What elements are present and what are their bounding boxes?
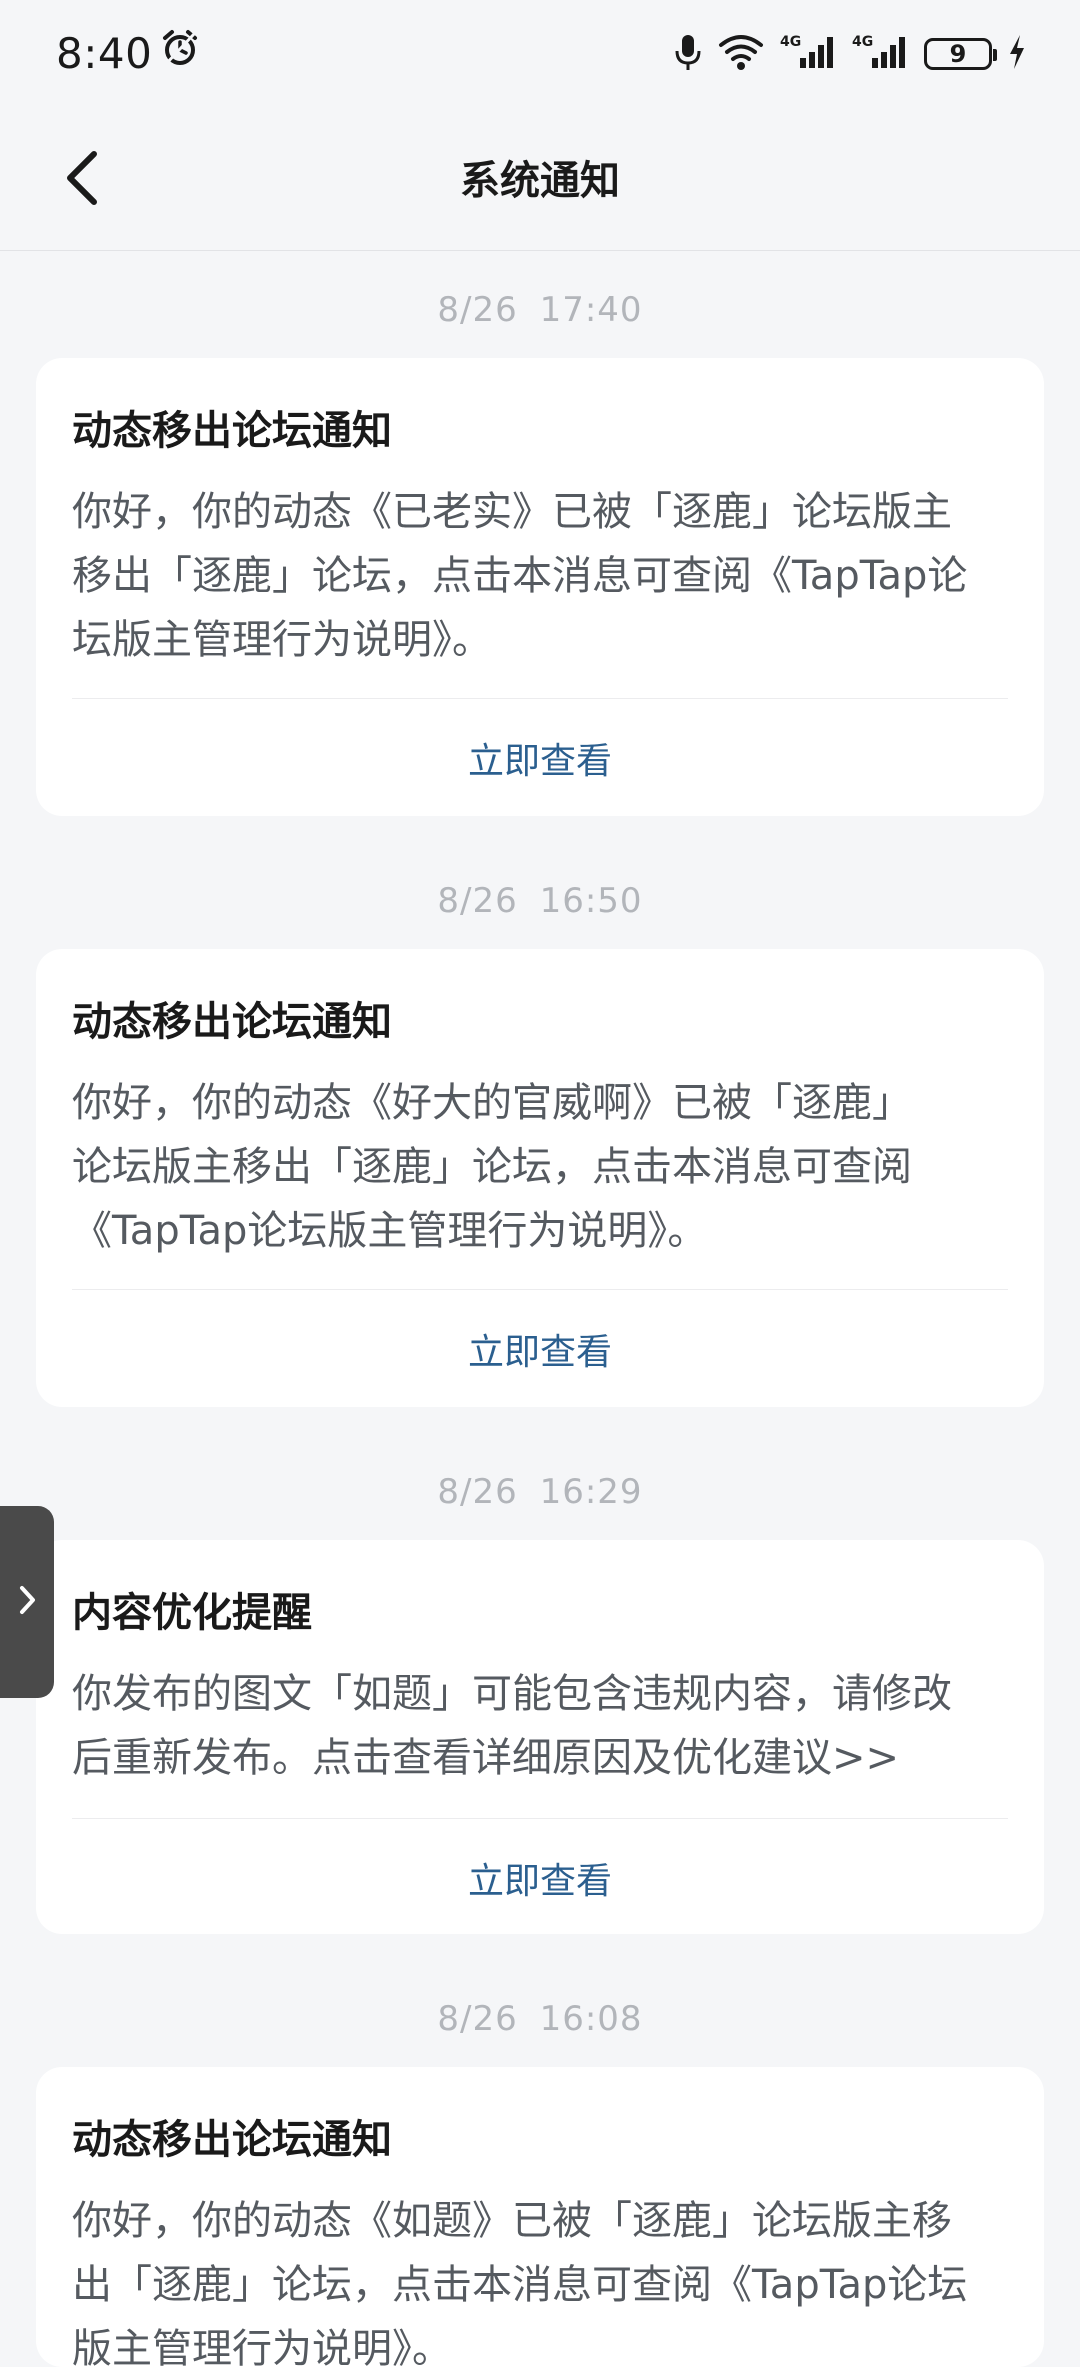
- chevron-right-icon: [16, 1583, 38, 1621]
- view-now-button[interactable]: 立即查看: [36, 1323, 1044, 1375]
- notification-time: 8/26 16:29: [437, 1472, 643, 1512]
- notification-title: 内容优化提醒: [72, 1590, 312, 1636]
- notification-card[interactable]: 动态移出论坛通知 你好，你的动态《好大的官威啊》已被「逐鹿」 论坛版主移出「逐鹿…: [36, 949, 1044, 1407]
- view-now-button[interactable]: 立即查看: [36, 1852, 1044, 1904]
- notification-title: 动态移出论坛通知: [72, 999, 392, 1045]
- view-now-button[interactable]: 立即查看: [36, 732, 1044, 784]
- notification-title: 动态移出论坛通知: [72, 408, 392, 454]
- notification-card[interactable]: 动态移出论坛通知 你好，你的动态《已老实》已被「逐鹿」论坛版主 移出「逐鹿」论坛…: [36, 358, 1044, 816]
- card-divider: [72, 698, 1008, 699]
- notification-card[interactable]: 动态移出论坛通知 你好，你的动态《如题》已被「逐鹿」论坛版主移 出「逐鹿」论坛，…: [36, 2067, 1044, 2367]
- notification-time: 8/26 16:08: [437, 1999, 643, 2039]
- status-time: 8:40: [56, 28, 200, 78]
- battery-indicator: 9: [924, 38, 997, 70]
- notification-body: 你好，你的动态《如题》已被「逐鹿」论坛版主移 出「逐鹿」论坛，点击本消息可查阅《…: [72, 2198, 968, 2367]
- notification-card[interactable]: 内容优化提醒 你发布的图文「如题」可能包含违规内容，请修改 后重新发布。点击查看…: [36, 1540, 1044, 1934]
- status-bar: 8:40 4G 4G 9: [0, 0, 1080, 110]
- notification-body: 你发布的图文「如题」可能包含违规内容，请修改 后重新发布。点击查看详细原因及优化…: [72, 1671, 952, 1781]
- network-label: 4G: [780, 34, 801, 50]
- charging-icon: [1008, 34, 1026, 74]
- notification-body: 你好，你的动态《好大的官威啊》已被「逐鹿」 论坛版主移出「逐鹿」论坛，点击本消息…: [72, 1080, 912, 1254]
- clock-time: 8:40: [56, 28, 153, 78]
- network-label-2: 4G: [852, 34, 873, 50]
- notification-body: 你好，你的动态《已老实》已被「逐鹿」论坛版主 移出「逐鹿」论坛，点击本消息可查阅…: [72, 489, 968, 663]
- top-navigation-bar: 系统通知: [0, 110, 1080, 251]
- notification-title: 动态移出论坛通知: [72, 2117, 392, 2163]
- side-panel-handle[interactable]: [0, 1506, 54, 1698]
- battery-level: 9: [949, 40, 967, 68]
- wifi-icon: [718, 33, 764, 75]
- mic-icon: [674, 32, 702, 76]
- alarm-icon: [160, 28, 200, 78]
- signal-icon-2: 4G: [852, 32, 908, 76]
- notification-time: 8/26 17:40: [437, 290, 643, 330]
- card-divider: [72, 1289, 1008, 1290]
- signal-icon: 4G: [780, 32, 836, 76]
- card-divider: [72, 1818, 1008, 1819]
- notification-time: 8/26 16:50: [437, 881, 643, 921]
- status-icons: 4G 4G 9: [674, 32, 1026, 76]
- page-title: 系统通知: [460, 158, 620, 204]
